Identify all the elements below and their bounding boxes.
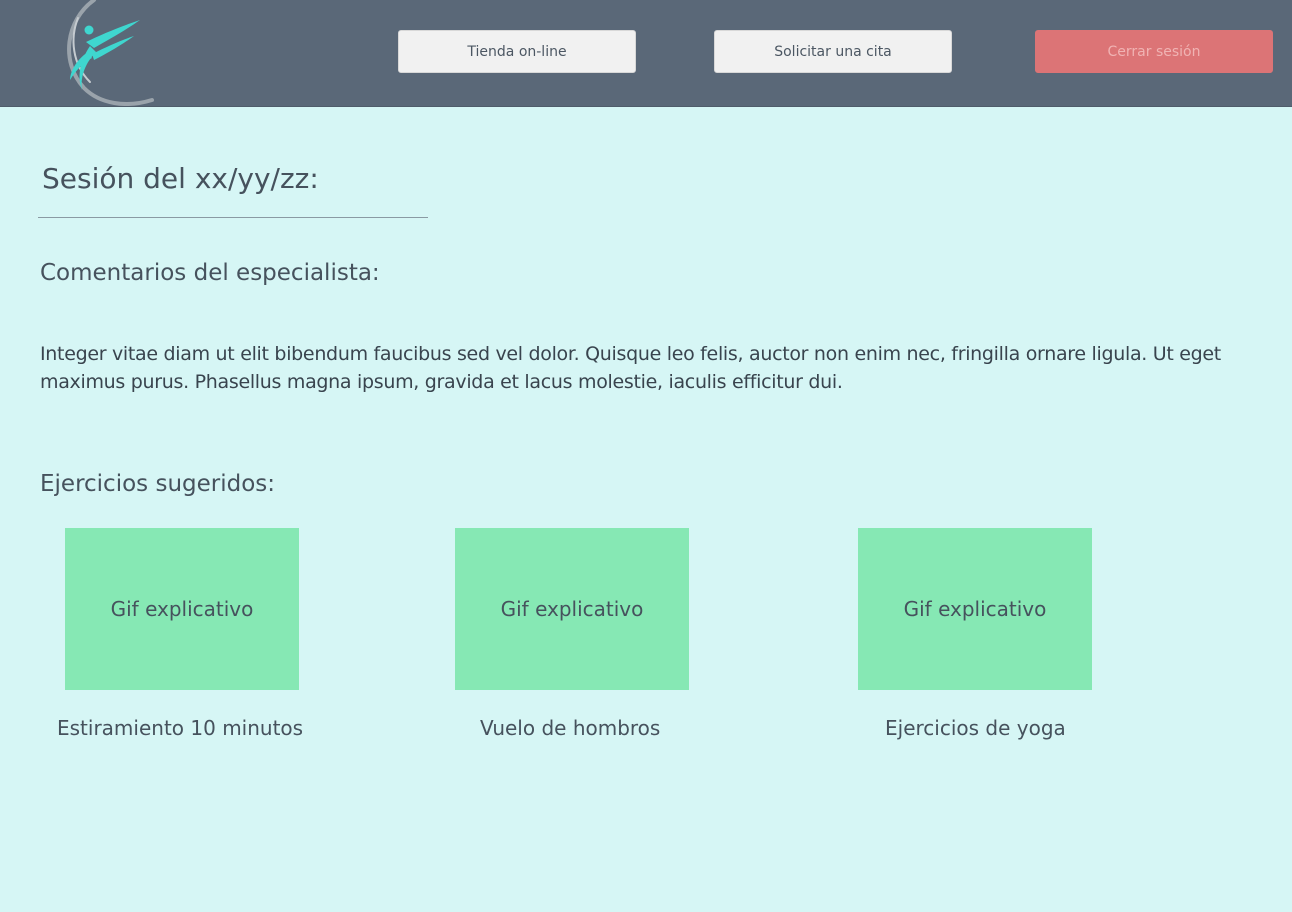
exercise-name: Ejercicios de yoga (885, 716, 1066, 740)
logout-button[interactable]: Cerrar sesión (1035, 30, 1273, 73)
exercise-name: Estiramiento 10 minutos (57, 716, 304, 740)
title-divider (38, 217, 428, 218)
request-appointment-button[interactable]: Solicitar una cita (714, 30, 952, 73)
specialist-comments: Integer vitae diam ut elit bibendum fauc… (40, 343, 1221, 393)
session-title: Sesión del xx/yy/zz: (42, 162, 319, 195)
exercise-name: Vuelo de hombros (480, 716, 661, 740)
exercise-gif-placeholder[interactable]: Gif explicativo (455, 528, 689, 690)
shop-button[interactable]: Tienda on-line (398, 30, 636, 73)
exercise-gif-placeholder[interactable]: Gif explicativo (65, 528, 299, 690)
comments-heading: Comentarios del especialista: (40, 260, 380, 286)
top-header: Tienda on-line Solicitar una cita Cerrar… (0, 0, 1292, 107)
exercises-heading: Ejercicios sugeridos: (40, 471, 276, 497)
exercise-gif-placeholder[interactable]: Gif explicativo (858, 528, 1092, 690)
dancer-logo-icon[interactable] (56, 0, 166, 106)
